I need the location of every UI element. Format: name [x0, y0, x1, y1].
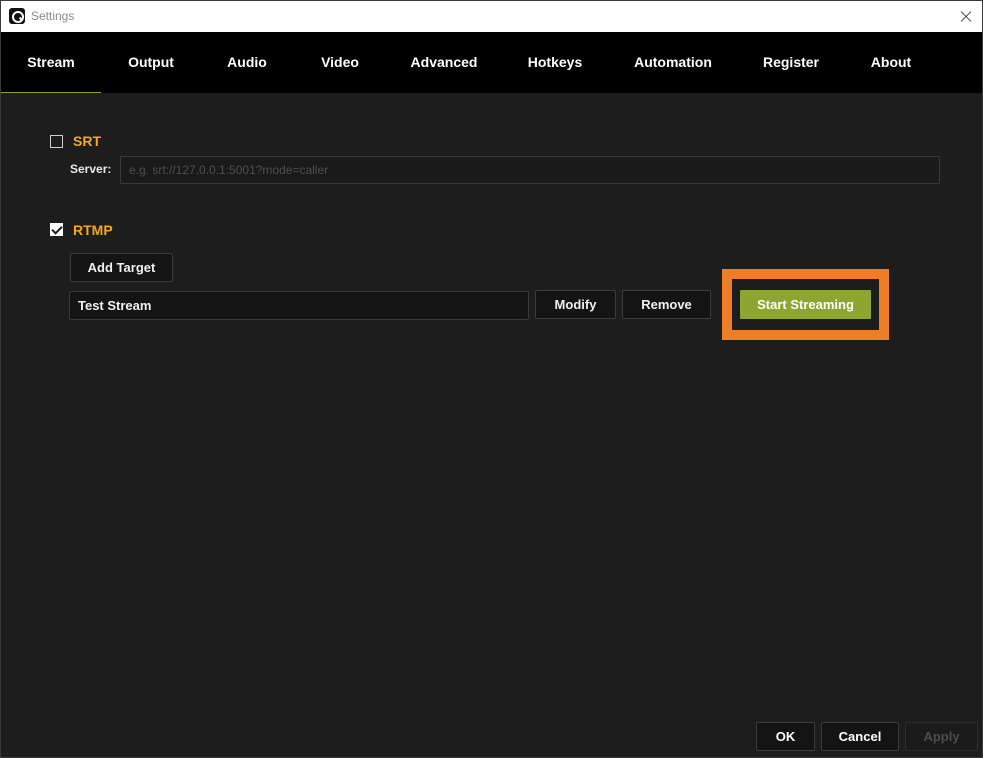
settings-window: Settings Stream Output Audio Video Advan…	[0, 0, 983, 758]
modify-button[interactable]: Modify	[535, 290, 616, 319]
tab-register[interactable]: Register	[756, 32, 826, 93]
stream-target-field[interactable]: Test Stream	[69, 291, 529, 320]
ok-button[interactable]: OK	[756, 722, 815, 751]
tab-stream[interactable]: Stream	[1, 32, 101, 93]
remove-button[interactable]: Remove	[622, 290, 711, 319]
tab-video[interactable]: Video	[311, 32, 369, 93]
start-streaming-button[interactable]: Start Streaming	[740, 290, 871, 319]
close-icon[interactable]	[950, 1, 982, 32]
tab-about[interactable]: About	[863, 32, 919, 93]
tab-audio[interactable]: Audio	[217, 32, 277, 93]
tab-automation[interactable]: Automation	[627, 32, 719, 93]
server-label: Server:	[70, 162, 112, 176]
rtmp-label: RTMP	[73, 222, 113, 238]
app-logo-icon	[9, 8, 25, 24]
tab-output[interactable]: Output	[116, 32, 186, 93]
srt-label: SRT	[73, 133, 101, 149]
rtmp-checkbox[interactable]	[50, 223, 63, 236]
server-input[interactable]	[120, 156, 940, 184]
title-bar: Settings	[1, 1, 982, 32]
apply-button[interactable]: Apply	[905, 722, 978, 751]
add-target-button[interactable]: Add Target	[70, 253, 173, 282]
cancel-button[interactable]: Cancel	[821, 722, 899, 751]
tab-bar: Stream Output Audio Video Advanced Hotke…	[1, 32, 982, 93]
tab-advanced[interactable]: Advanced	[404, 32, 484, 93]
tab-hotkeys[interactable]: Hotkeys	[520, 32, 590, 93]
window-title: Settings	[31, 9, 75, 23]
srt-checkbox[interactable]	[50, 135, 63, 148]
